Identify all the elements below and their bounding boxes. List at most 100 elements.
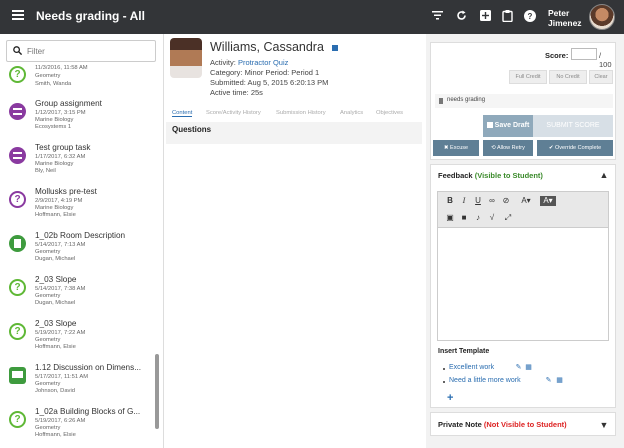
list-item[interactable]: 1.12 Discussion on Dimens... 5/17/2017, … (0, 360, 152, 404)
submitted-line: Submitted: Aug 5, 2015 6:20:13 PM (210, 78, 329, 87)
item-person: Hoffmann, Elsie (35, 344, 76, 350)
item-date: 5/19/2017, 7:22 AM (35, 330, 86, 336)
full-credit-button[interactable]: Full Credit (509, 70, 547, 84)
edit-icon[interactable]: ✎ (515, 364, 522, 371)
chevron-down-icon[interactable]: ▼ (599, 420, 609, 430)
video-icon[interactable]: ■ (459, 213, 469, 223)
submit-score-button[interactable]: SUBMIT SCORE (533, 115, 613, 137)
tab-analytics[interactable]: Analytics (340, 110, 363, 116)
unlink-icon[interactable]: ⊘ (501, 196, 511, 206)
feedback-editor[interactable]: B I U ∞ ⊘ A▾ A▾ ▣ ■ ♪ √ ⤢ (437, 191, 609, 341)
item-date: 5/14/2017, 7:38 AM (35, 286, 86, 292)
no-credit-button[interactable]: No Credit (549, 70, 587, 84)
tab-score-history[interactable]: Score/Activity History (206, 110, 261, 116)
feedback-visibility: (Visible to Student) (474, 171, 543, 180)
refresh-icon[interactable] (455, 10, 468, 23)
tab-submission-history[interactable]: Submission History (276, 110, 326, 116)
user-name[interactable]: Peter Jimenez (548, 8, 582, 28)
avatar[interactable] (589, 4, 615, 30)
list-item[interactable]: 1_02b Room Description 5/14/2017, 7:13 A… (0, 228, 152, 272)
question-icon: ? (9, 411, 26, 428)
flag-icon[interactable] (332, 45, 338, 51)
fullscreen-icon[interactable]: ⤢ (503, 213, 513, 223)
feedback-title: Feedback (Visible to Student) (438, 171, 543, 180)
trash-icon[interactable]: ▦ (525, 364, 532, 371)
grading-panel: Score: / 100 Full Credit No Credit Clear… (426, 34, 624, 448)
tab-objectives[interactable]: Objectives (376, 110, 403, 116)
list-item[interactable]: ? 11/3/2016, 11:58 AM Geometry Smith, Wa… (0, 60, 152, 96)
grading-list: ? 11/3/2016, 11:58 AM Geometry Smith, Wa… (0, 60, 152, 448)
item-person: Smith, Wanda (35, 81, 72, 87)
status-badge: needs grading (435, 94, 613, 108)
list-item[interactable]: ? 2_03 Slope 5/19/2017, 7:22 AM Geometry… (0, 316, 152, 360)
discussion-icon (9, 367, 26, 384)
item-person: Hoffmann, Elsie (35, 432, 76, 438)
override-complete-label: Override Complete (554, 145, 602, 151)
search-icon (13, 46, 22, 55)
highlight-icon[interactable]: A▾ (540, 196, 556, 206)
chevron-up-icon[interactable]: ▲ (599, 170, 609, 180)
clear-button[interactable]: Clear (589, 70, 613, 84)
feedback-panel: Feedback (Visible to Student) ▲ B I U ∞ … (430, 164, 616, 408)
trash-icon[interactable]: ▦ (556, 377, 563, 384)
active-time: Active time: 25s (210, 88, 263, 97)
item-person: Johnson, David (35, 388, 75, 394)
add-icon[interactable] (479, 10, 492, 23)
edit-icon[interactable]: ✎ (545, 377, 552, 384)
save-draft-button[interactable]: Save Draft (483, 115, 533, 137)
help-icon[interactable]: ? (523, 10, 536, 23)
list-item[interactable]: Test group task 1/17/2017, 6:32 AM Marin… (0, 140, 152, 184)
bold-button[interactable]: B (445, 196, 455, 206)
bullet (443, 368, 445, 370)
override-complete-button[interactable]: ✔ Override Complete (537, 140, 613, 156)
status-text: needs grading (447, 97, 486, 103)
template-need-more-work[interactable]: Need a little more work (449, 377, 521, 384)
activity-link[interactable]: Protractor Quiz (238, 58, 288, 67)
underline-button[interactable]: U (473, 196, 483, 206)
link-icon[interactable]: ∞ (487, 196, 497, 206)
math-icon[interactable]: √ (487, 213, 497, 223)
private-note-panel[interactable]: Private Note (Not Visible to Student) ▼ (430, 412, 616, 436)
item-date: 2/9/2017, 4:19 PM (35, 198, 83, 204)
save-draft-label: Save Draft (494, 122, 530, 129)
allow-retry-button[interactable]: ⟲ Allow Retry (483, 140, 533, 156)
question-icon: ? (9, 279, 26, 296)
private-note-visibility: (Not Visible to Student) (483, 420, 567, 429)
filter-icon[interactable] (431, 10, 444, 23)
question-icon: ? (9, 66, 26, 83)
activity-label: Activity: (210, 58, 236, 67)
list-item[interactable]: Group assignment 1/12/2017, 3:15 PM Mari… (0, 96, 152, 140)
top-bar: Needs grading - All ? Peter Jimenez (0, 0, 624, 34)
add-template-icon[interactable]: + (447, 392, 453, 404)
filter-input[interactable]: Filter (6, 40, 156, 62)
list-item[interactable]: ? 1_02a Building Blocks of G... 5/19/201… (0, 404, 152, 448)
sidebar-scrollbar[interactable] (155, 354, 159, 429)
item-title: 2_03 Slope (35, 319, 77, 328)
item-title: 1_02a Building Blocks of G... (35, 407, 141, 416)
bullet (443, 381, 445, 383)
document-icon (439, 98, 443, 104)
item-date: 11/3/2016, 11:58 AM (35, 65, 88, 71)
italic-button[interactable]: I (459, 196, 469, 206)
item-title: 1.12 Discussion on Dimens... (35, 363, 142, 372)
item-course: Geometry (35, 381, 61, 387)
clipboard-icon[interactable] (501, 10, 514, 23)
tab-content[interactable]: Content (172, 110, 193, 117)
image-icon[interactable]: ▣ (445, 213, 455, 223)
list-item[interactable]: ? 2_03 Slope 5/14/2017, 7:38 AM Geometry… (0, 272, 152, 316)
feedback-title-text: Feedback (438, 171, 473, 180)
list-item[interactable]: ? Mollusks pre-test 2/9/2017, 4:19 PM Ma… (0, 184, 152, 228)
item-course: Marine Biology (35, 117, 74, 123)
item-course: Geometry (35, 293, 61, 299)
allow-retry-label: Allow Retry (497, 145, 525, 151)
document-icon (9, 235, 26, 252)
text-color-icon[interactable]: A▾ (518, 196, 534, 206)
questions-label: Questions (172, 125, 212, 134)
template-excellent-work[interactable]: Excellent work (449, 364, 494, 371)
student-photo (170, 38, 202, 78)
menu-icon[interactable] (12, 10, 24, 20)
microphone-icon[interactable]: ♪ (473, 213, 483, 223)
svg-text:?: ? (527, 12, 532, 21)
excuse-button[interactable]: ✖ Excuse (433, 140, 479, 156)
score-input[interactable] (571, 48, 597, 60)
